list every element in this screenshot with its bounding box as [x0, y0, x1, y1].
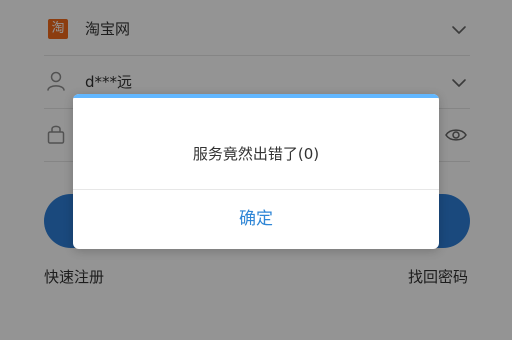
error-dialog: 服务竟然出错了(0) 确定: [73, 94, 439, 249]
dialog-message: 服务竟然出错了(0): [192, 145, 320, 163]
confirm-button[interactable]: 确定: [73, 190, 439, 249]
